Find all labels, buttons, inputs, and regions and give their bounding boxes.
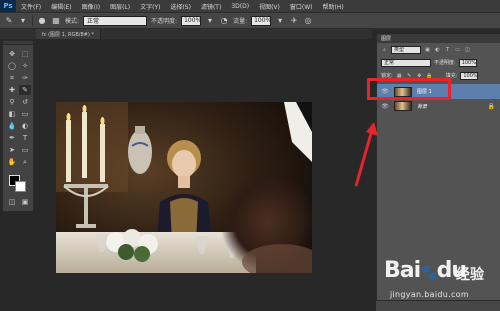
baidu-watermark: Bai🐾du 经验 jingyan.baidu.com xyxy=(384,258,496,308)
chevron-down-icon[interactable]: ▾ xyxy=(275,16,285,26)
menu-filter[interactable]: 滤镜(T) xyxy=(196,2,226,11)
smart-object-filter-icon[interactable]: ◫ xyxy=(464,46,471,53)
menu-file[interactable]: 文件(F) xyxy=(16,2,46,11)
menu-type[interactable]: 文字(Y) xyxy=(135,2,165,11)
layer-name[interactable]: 背景 xyxy=(417,103,427,110)
pen-tool-icon[interactable]: ✒ xyxy=(6,133,18,143)
menu-image[interactable]: 图像(I) xyxy=(77,2,105,11)
mode-label: 模式: xyxy=(65,18,80,25)
brush-size-icon[interactable]: ● xyxy=(37,16,47,26)
watermark-url: jingyan.baidu.com xyxy=(390,290,469,299)
jingyan-logo-text: 经验 xyxy=(456,267,484,283)
flow-field[interactable]: 100% xyxy=(251,15,271,26)
crop-tool-icon[interactable]: ⌗ xyxy=(6,73,18,83)
tools-panel: ✥ ⬚ ◯ ✧ ⌗ ✑ ✚ ✎ ⚲ ↺ ◧ ▭ 💧 ◐ ✒ T ➤ ▭ ✋ ⌕ … xyxy=(2,40,34,212)
background-color-swatch[interactable] xyxy=(15,181,26,192)
layer-filter-select[interactable]: 类型 xyxy=(391,45,421,54)
mode-select[interactable]: 正常 xyxy=(83,15,148,26)
blend-mode-select[interactable]: 正常 xyxy=(381,58,431,67)
menu-layer[interactable]: 图层(L) xyxy=(105,2,135,11)
hand-tool-icon[interactable]: ✋ xyxy=(6,157,18,167)
adjustment-filter-icon[interactable]: ◐ xyxy=(434,46,441,53)
marquee-tool-icon[interactable]: ⬚ xyxy=(19,49,31,59)
menu-3d[interactable]: 3D(D) xyxy=(226,3,254,10)
menu-bar: Ps 文件(F) 编辑(E) 图像(I) 图层(L) 文字(Y) 选择(S) 滤… xyxy=(0,0,500,12)
eraser-tool-icon[interactable]: ◧ xyxy=(6,109,18,119)
zoom-tool-icon[interactable]: ⌕ xyxy=(19,157,31,167)
path-select-tool-icon[interactable]: ➤ xyxy=(6,145,18,155)
airbrush-icon[interactable]: ✈ xyxy=(289,16,299,26)
options-bar: ✎ ▾ ● ▦ 模式: 正常 不透明度: 100% ▾ ◔ 流量: 100% ▾… xyxy=(0,12,500,29)
layer-row-background[interactable]: 👁 背景 🔒 xyxy=(377,100,500,112)
eyedropper-tool-icon[interactable]: ✑ xyxy=(19,73,31,83)
baidu-logo-text: Bai🐾du xyxy=(384,258,467,283)
opacity-label: 不透明度: xyxy=(434,60,456,66)
gradient-tool-icon[interactable]: ▭ xyxy=(19,109,31,119)
menu-edit[interactable]: 编辑(E) xyxy=(46,2,76,11)
shape-tool-icon[interactable]: ▭ xyxy=(19,145,31,155)
layer-fill-field[interactable]: 100% xyxy=(460,71,479,80)
clone-stamp-tool-icon[interactable]: ⚲ xyxy=(6,97,18,107)
lock-icon: 🔒 xyxy=(487,102,495,110)
layer-thumbnail xyxy=(394,101,412,111)
layers-panel-header: 图层 xyxy=(377,34,500,43)
shape-filter-icon[interactable]: ▭ xyxy=(454,46,461,53)
chevron-down-icon[interactable]: ▾ xyxy=(18,16,28,26)
eye-icon[interactable]: 👁 xyxy=(380,101,390,111)
opacity-field[interactable]: 100% xyxy=(181,15,201,26)
document-image[interactable] xyxy=(56,102,312,273)
photoshop-window: Ps 文件(F) 编辑(E) 图像(I) 图层(L) 文字(Y) 选择(S) 滤… xyxy=(0,0,500,311)
menu-window[interactable]: 窗口(W) xyxy=(285,2,318,11)
highlight-annotation xyxy=(367,78,451,100)
quick-select-tool-icon[interactable]: ✧ xyxy=(19,61,31,71)
photoshop-logo: Ps xyxy=(0,0,16,12)
type-tool-icon[interactable]: T xyxy=(19,133,31,143)
screen-mode-icon[interactable]: ▣ xyxy=(19,197,31,207)
menu-select[interactable]: 选择(S) xyxy=(165,2,196,11)
layers-tab[interactable]: 图层 xyxy=(381,35,391,42)
pressure-opacity-icon[interactable]: ◔ xyxy=(219,16,229,26)
type-filter-icon[interactable]: T xyxy=(444,46,451,53)
brush-panel-icon[interactable]: ▦ xyxy=(51,16,61,26)
healing-brush-tool-icon[interactable]: ✚ xyxy=(6,85,18,95)
dodge-tool-icon[interactable]: ◐ xyxy=(19,121,31,131)
pressure-size-icon[interactable]: ◎ xyxy=(303,16,313,26)
search-icon: ⌕ xyxy=(383,46,386,53)
blend-row: 正常 不透明度: 100% xyxy=(377,57,500,68)
panel-grip[interactable] xyxy=(3,41,33,45)
flow-label: 流量: xyxy=(233,18,248,25)
quick-mask-icon[interactable]: ◫ xyxy=(6,197,18,207)
blur-tool-icon[interactable]: 💧 xyxy=(6,121,18,131)
arrow-annotation xyxy=(354,122,378,187)
brush-tool-icon[interactable]: ✎ xyxy=(19,85,31,95)
chevron-down-icon[interactable]: ▾ xyxy=(205,16,215,26)
document-tab[interactable]: fc (图层 1, RGB/8#) * xyxy=(36,29,101,39)
layer-filter-row: ⌕ 类型 ▣ ◐ T ▭ ◫ xyxy=(377,44,500,55)
layer-opacity-field[interactable]: 100% xyxy=(458,58,477,67)
menu-help[interactable]: 帮助(H) xyxy=(318,2,349,11)
divider xyxy=(32,15,33,26)
move-tool-icon[interactable]: ✥ xyxy=(6,49,18,59)
photo-artwork xyxy=(56,102,312,273)
lasso-tool-icon[interactable]: ◯ xyxy=(6,61,18,71)
brush-tool-icon[interactable]: ✎ xyxy=(4,16,14,26)
menu-view[interactable]: 视图(V) xyxy=(254,2,285,11)
pixel-filter-icon[interactable]: ▣ xyxy=(424,46,431,53)
history-brush-tool-icon[interactable]: ↺ xyxy=(19,97,31,107)
opacity-label: 不透明度: xyxy=(151,18,178,25)
